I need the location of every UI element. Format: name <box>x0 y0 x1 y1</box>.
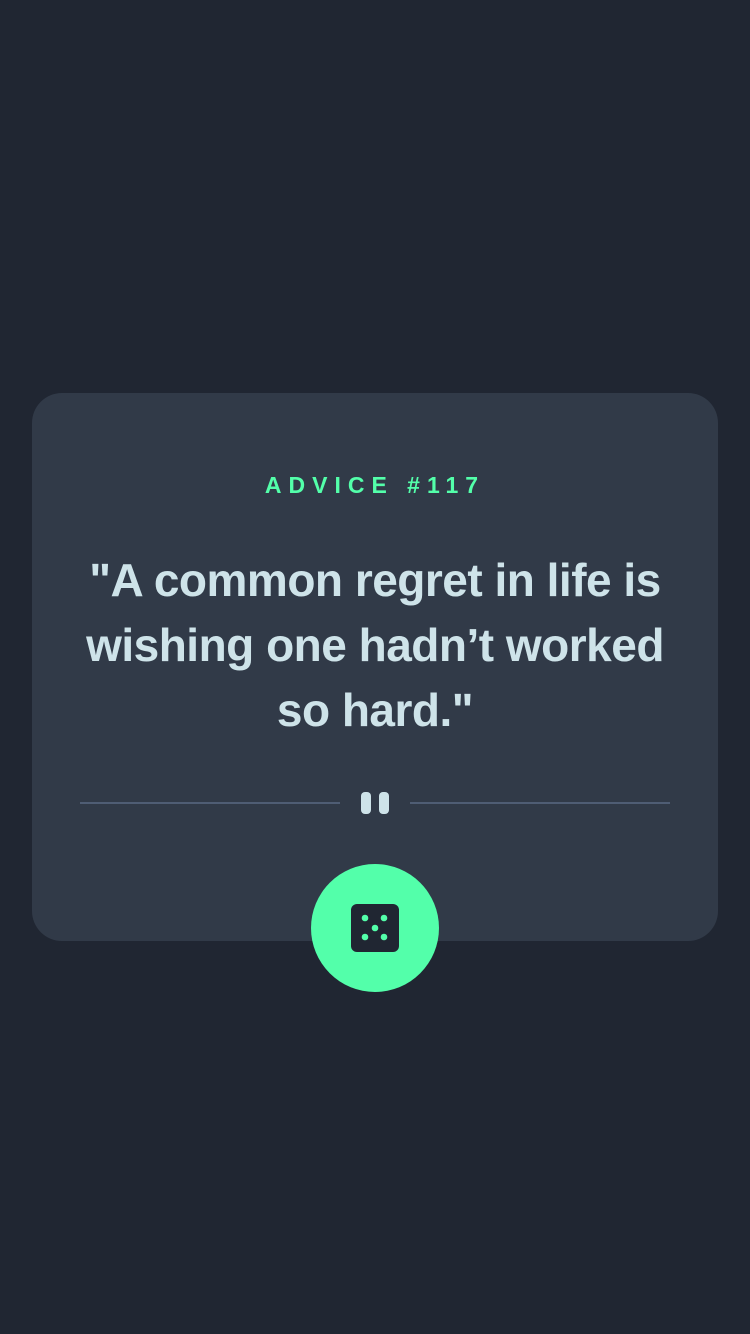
generate-advice-button[interactable] <box>311 864 439 992</box>
divider-line-right <box>410 802 670 804</box>
pause-icon <box>361 792 389 814</box>
advice-quote: "A common regret in life is wishing one … <box>86 554 664 736</box>
divider-line-left <box>80 802 340 804</box>
dice-icon <box>351 904 399 952</box>
pause-bar-right <box>379 792 389 814</box>
advice-id-label: ADVICE #117 <box>264 472 486 498</box>
pause-bar-left <box>361 792 371 814</box>
divider <box>80 790 670 816</box>
